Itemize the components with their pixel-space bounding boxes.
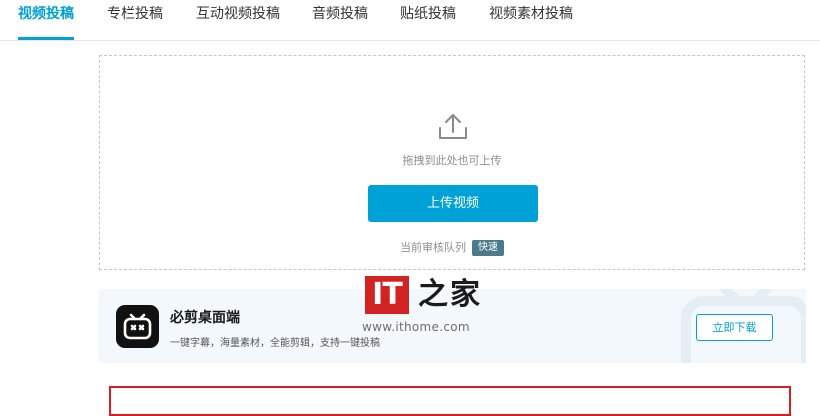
- upload-icon: [439, 114, 467, 139]
- upload-type-tabs: 视频投稿 专栏投稿 互动视频投稿 音频投稿 贴纸投稿 视频素材投稿: [0, 0, 820, 41]
- review-queue-label: 当前审核队列: [400, 241, 466, 254]
- watermark-url: www.ithome.com: [362, 320, 470, 334]
- ithome-logo-chars: 之家: [418, 277, 482, 312]
- promo-title: 必剪桌面端: [170, 310, 240, 326]
- ithome-logo: IT: [365, 276, 409, 314]
- download-now-button[interactable]: 立即下载: [696, 314, 773, 341]
- tab-audio-upload[interactable]: 音频投稿: [312, 4, 368, 40]
- bijian-tv-icon: [116, 305, 159, 348]
- promo-description: 一键字幕，海量素材，全能剪辑，支持一键投稿: [170, 338, 380, 349]
- drop-hint-text: 拖拽到此处也可上传: [402, 154, 502, 167]
- tab-interactive-video-upload[interactable]: 互动视频投稿: [196, 4, 280, 40]
- upload-video-button[interactable]: 上传视频: [368, 185, 538, 222]
- highlighted-region: [109, 386, 791, 416]
- tab-video-upload[interactable]: 视频投稿: [18, 4, 74, 40]
- tab-column-upload[interactable]: 专栏投稿: [107, 4, 163, 40]
- active-tab-indicator: [18, 37, 74, 40]
- upload-dropzone[interactable]: 拖拽到此处也可上传 上传视频 当前审核队列 快速: [99, 55, 805, 270]
- review-queue-row: 当前审核队列 快速: [100, 239, 804, 256]
- tab-sticker-upload[interactable]: 贴纸投稿: [400, 4, 456, 40]
- tab-video-material-upload[interactable]: 视频素材投稿: [489, 4, 573, 40]
- queue-status-badge: 快速: [472, 240, 504, 256]
